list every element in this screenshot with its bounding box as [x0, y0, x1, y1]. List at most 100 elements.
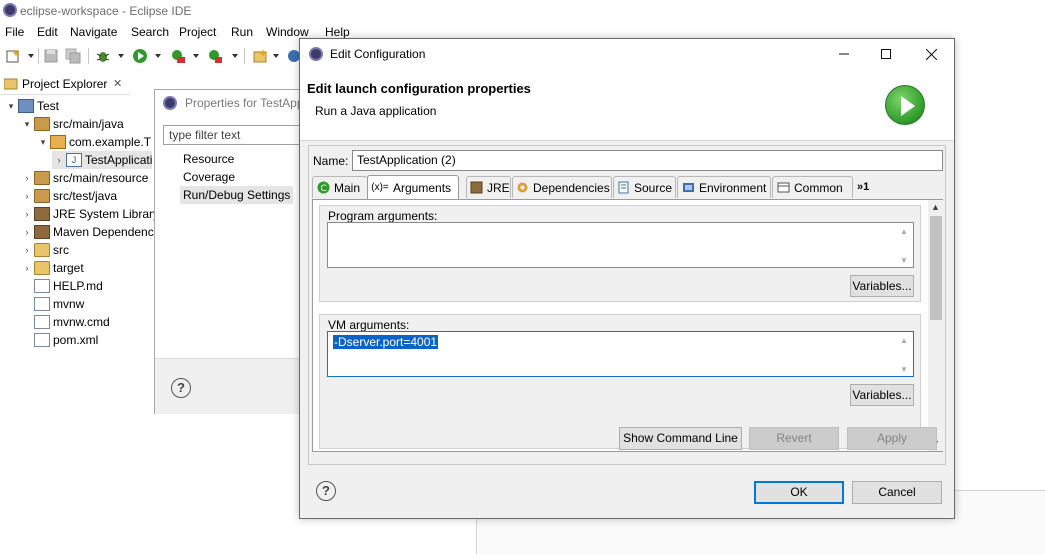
tab-main[interactable]: C Main [312, 176, 368, 198]
tree-item[interactable]: HELP.md [34, 277, 103, 295]
expanded-icon[interactable]: ▾ [36, 137, 50, 148]
tree-item-label: HELP.md [53, 279, 103, 293]
eclipse-title-bar: eclipse-workspace - Eclipse IDE [0, 0, 1045, 22]
properties-item-resource[interactable]: Resource [183, 150, 234, 168]
textarea-scrollbar[interactable]: ▲ ▼ [899, 225, 911, 265]
tree-item[interactable]: ▾ src/main/java [20, 115, 124, 133]
scroll-up-icon[interactable]: ▲ [900, 227, 908, 236]
menu-run[interactable]: Run [231, 25, 253, 39]
expanded-icon[interactable]: ▾ [4, 101, 18, 112]
tree-item[interactable]: pom.xml [34, 331, 98, 349]
save-all-icon[interactable] [64, 47, 82, 65]
tree-item-selected[interactable]: › J TestApplicati [52, 151, 153, 169]
tree-item-label: src [53, 243, 69, 257]
program-variables-button[interactable]: Variables... [850, 275, 914, 297]
scroll-up-icon[interactable]: ▲ [900, 336, 908, 345]
show-command-line-button[interactable]: Show Command Line [619, 427, 742, 450]
help-icon[interactable]: ? [316, 481, 336, 501]
help-icon[interactable]: ? [171, 378, 191, 398]
tab-common[interactable]: Common [772, 176, 853, 198]
textarea-scrollbar[interactable]: ▲ ▼ [899, 334, 911, 374]
new-icon[interactable] [4, 47, 22, 65]
menu-search[interactable]: Search [131, 25, 169, 39]
dialog-title-bar: Edit Configuration [300, 39, 954, 69]
project-explorer-tab[interactable]: Project Explorer ✕ [0, 73, 130, 95]
more-tabs-button[interactable]: »1 [854, 176, 878, 198]
expanded-icon[interactable]: ▾ [20, 119, 34, 130]
filter-input[interactable]: type filter text [163, 125, 313, 145]
menu-window[interactable]: Window [266, 25, 309, 39]
vm-arguments-input[interactable]: -Dserver.port=4001 ▲ ▼ [327, 331, 914, 377]
folder-icon [34, 261, 50, 275]
library-icon [34, 225, 50, 239]
properties-item-coverage[interactable]: Coverage [183, 168, 235, 186]
ok-button[interactable]: OK [754, 481, 844, 504]
panel-scrollbar[interactable]: ▲ ▼ [928, 200, 943, 451]
menu-edit[interactable]: Edit [37, 25, 58, 39]
menu-project[interactable]: Project [179, 25, 216, 39]
project-explorer-label: Project Explorer [22, 77, 108, 91]
close-icon[interactable] [917, 43, 945, 65]
collapsed-icon[interactable]: › [20, 173, 34, 183]
tree-item[interactable]: ▾ Test [4, 97, 59, 115]
program-arguments-input[interactable]: ▲ ▼ [327, 222, 914, 268]
tree-item[interactable]: › src/test/java [20, 187, 117, 205]
run-icon[interactable] [131, 47, 149, 65]
debug-icon[interactable] [94, 47, 112, 65]
tree-item-label: src/main/java [53, 117, 124, 131]
tree-item-label: mvnw [53, 297, 85, 311]
external-tools-icon[interactable] [206, 47, 224, 65]
minimize-icon[interactable] [830, 43, 858, 65]
menu-help[interactable]: Help [325, 25, 350, 39]
tree-item[interactable]: › JRE System Library [20, 205, 159, 223]
tree-item[interactable]: › src/main/resource [20, 169, 148, 187]
tab-arguments-label: Arguments [393, 180, 452, 195]
tab-source[interactable]: Source [613, 176, 676, 198]
properties-item-run-debug[interactable]: Run/Debug Settings [180, 186, 294, 204]
collapsed-icon[interactable]: › [20, 263, 34, 273]
cancel-button[interactable]: Cancel [852, 481, 942, 504]
arguments-icon: (x)= [371, 182, 389, 193]
package-icon [50, 135, 66, 149]
environment-icon [681, 181, 695, 195]
tab-arguments[interactable]: (x)= Arguments [367, 175, 459, 199]
collapsed-icon[interactable]: › [20, 227, 34, 237]
tree-item[interactable]: › src [20, 241, 69, 259]
scroll-down-icon[interactable]: ▼ [900, 256, 908, 265]
name-field[interactable]: TestApplication (2) [352, 150, 943, 171]
maximize-icon[interactable] [872, 43, 900, 65]
apply-button[interactable]: Apply [847, 427, 937, 450]
markdown-file-icon [34, 279, 50, 293]
collapsed-icon[interactable]: › [20, 245, 34, 255]
project-explorer-tree: ▾ Test ▾ src/main/java ▾ com.example.T ›… [0, 97, 159, 357]
source-folder-icon [34, 117, 50, 131]
collapsed-icon[interactable]: › [20, 209, 34, 219]
tree-item-label: target [53, 261, 84, 275]
scroll-up-icon[interactable]: ▲ [931, 202, 940, 212]
source-folder-icon [34, 189, 50, 203]
vm-variables-button[interactable]: Variables... [850, 384, 914, 406]
tree-item[interactable]: › Maven Dependenc [20, 223, 154, 241]
revert-button[interactable]: Revert [749, 427, 839, 450]
tree-item[interactable]: ▾ com.example.T [36, 133, 151, 151]
coverage-icon[interactable] [169, 47, 187, 65]
tab-dependencies[interactable]: Dependencies [512, 176, 612, 198]
properties-button-bar: ? [155, 358, 313, 414]
save-icon[interactable] [42, 47, 60, 65]
header-title: Edit launch configuration properties [307, 81, 531, 96]
tree-item[interactable]: › target [20, 259, 84, 277]
menu-navigate[interactable]: Navigate [70, 25, 117, 39]
new-java-project-icon[interactable] [251, 47, 269, 65]
close-view-icon[interactable]: ✕ [113, 77, 122, 90]
scrollbar-thumb[interactable] [930, 216, 942, 320]
scroll-down-icon[interactable]: ▼ [900, 365, 908, 374]
collapsed-icon[interactable]: › [52, 155, 66, 165]
tab-jre[interactable]: JRE [466, 176, 511, 198]
menu-file[interactable]: File [5, 25, 24, 39]
tree-item[interactable]: mvnw.cmd [34, 313, 110, 331]
java-file-icon: J [66, 153, 82, 167]
collapsed-icon[interactable]: › [20, 191, 34, 201]
tab-environment[interactable]: Environment [677, 176, 771, 198]
tree-item[interactable]: mvnw [34, 295, 84, 313]
source-folder-icon [34, 171, 50, 185]
